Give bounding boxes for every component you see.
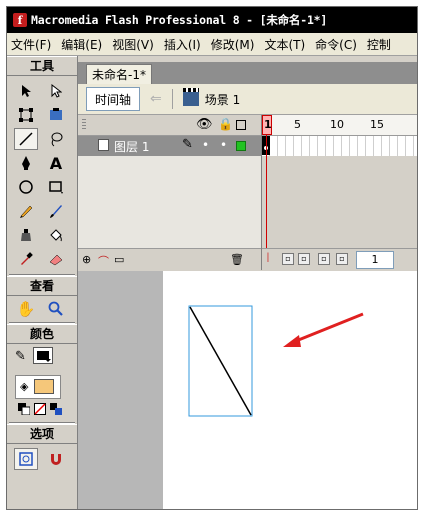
layer-outline-color-icon[interactable] — [236, 141, 246, 151]
tools-header: 工具 — [7, 56, 77, 76]
stage-drawing — [188, 305, 364, 417]
document-tabs: 未命名-1* — [78, 62, 417, 84]
stroke-pencil-icon: ✎ — [15, 349, 26, 364]
edit-multiple-frames-icon[interactable]: ▫ — [336, 253, 348, 265]
frame-number-10: 10 — [330, 118, 344, 131]
eraser-tool-icon[interactable] — [44, 248, 68, 270]
back-arrow-icon[interactable]: ⇐ — [150, 91, 162, 107]
zoom-tool-icon[interactable] — [44, 298, 68, 320]
text-tool-icon[interactable]: A — [44, 152, 68, 174]
window-title: Macromedia Flash Professional 8 - [未命名-1… — [31, 13, 328, 27]
menu-edit[interactable]: 编辑(E) — [57, 36, 108, 53]
frames-footer: │ ▫ ▫ ▫ ▫ 1 — [262, 248, 417, 271]
flash-window: f Macromedia Flash Professional 8 - [未命名… — [6, 6, 418, 510]
brush-tool-icon[interactable] — [44, 200, 68, 222]
playhead-line — [266, 135, 267, 248]
edit-bar: 时间轴 ⇐ 场景 1 — [78, 84, 417, 115]
menu-control[interactable]: 控制 — [363, 36, 397, 53]
stroke-color-row: ✎ — [7, 344, 77, 370]
document-area: 未命名-1* 时间轴 ⇐ 场景 1 👁 🔒 图层 1 ✎ • • ⊕ ⌒ ▭ 🗑… — [78, 56, 417, 509]
black-white-icon[interactable] — [17, 402, 31, 416]
onion-skin-icon[interactable]: ▫ — [298, 253, 310, 265]
layer-row[interactable]: 图层 1 ✎ • • — [78, 136, 261, 156]
insert-layer-icon[interactable]: ⊕ — [82, 253, 91, 266]
frame-number-5: 5 — [294, 118, 301, 131]
layer-header: 👁 🔒 — [78, 115, 261, 136]
swap-colors-icon[interactable] — [49, 402, 63, 416]
line-tool-icon[interactable] — [14, 128, 38, 150]
view-header: 查看 — [7, 276, 77, 296]
add-motion-guide-icon[interactable]: ⌒ — [98, 253, 109, 269]
fill-color-swatch[interactable] — [34, 379, 54, 394]
stroke-color-swatch[interactable] — [33, 347, 53, 364]
selection-tool-icon[interactable] — [14, 80, 38, 102]
lock-icon[interactable]: 🔒 — [218, 117, 233, 131]
timeline-panel: 👁 🔒 图层 1 ✎ • • ⊕ ⌒ ▭ 🗑 1 5 10 15 │ ▫ ▫ ▫… — [78, 115, 417, 271]
insert-folder-icon[interactable]: ▭ — [114, 253, 124, 266]
layer-name[interactable]: 图层 1 — [114, 138, 149, 155]
stage[interactable] — [163, 271, 417, 509]
timeline-toggle-button[interactable]: 时间轴 — [86, 87, 141, 111]
menu-text[interactable]: 文本(T) — [260, 36, 311, 53]
ink-bottle-tool-icon[interactable] — [14, 224, 38, 246]
annotation-arrow — [290, 312, 364, 345]
menu-commands[interactable]: 命令(C) — [311, 36, 363, 53]
layer-list: 👁 🔒 图层 1 ✎ • • ⊕ ⌒ ▭ 🗑 — [78, 115, 262, 271]
gradient-transform-tool-icon[interactable] — [44, 104, 68, 126]
free-transform-tool-icon[interactable] — [14, 104, 38, 126]
object-drawing-icon[interactable] — [14, 448, 38, 470]
title-bar: f Macromedia Flash Professional 8 - [未命名… — [7, 7, 417, 33]
hand-tool-icon[interactable]: ✋ — [14, 298, 38, 320]
frames-row[interactable] — [262, 136, 417, 156]
menu-file[interactable]: 文件(F) — [7, 36, 57, 53]
menu-modify[interactable]: 修改(M) — [207, 36, 261, 53]
oval-tool-icon[interactable] — [14, 176, 38, 198]
paint-bucket-tool-icon[interactable] — [44, 224, 68, 246]
playhead-marker-icon: │ — [265, 253, 271, 262]
snap-magnet-icon[interactable] — [44, 448, 68, 470]
delete-layer-icon[interactable]: 🗑 — [230, 253, 244, 266]
outline-icon[interactable] — [236, 120, 246, 130]
eye-icon[interactable]: 👁 — [196, 117, 213, 132]
grip-icon[interactable] — [82, 119, 86, 131]
layer-edit-pencil-icon: ✎ — [182, 137, 193, 152]
color-header: 颜色 — [7, 324, 77, 344]
visibility-dot-icon[interactable]: • — [202, 138, 209, 152]
layer-page-icon — [98, 139, 109, 151]
menu-insert[interactable]: 插入(I) — [160, 36, 207, 53]
rectangle-tool-icon[interactable] — [44, 176, 68, 198]
options-header: 选项 — [7, 424, 77, 444]
frame-ruler[interactable]: 1 5 10 15 — [262, 115, 417, 136]
menu-bar: 文件(F) 编辑(E) 视图(V) 插入(I) 修改(M) 文本(T) 命令(C… — [7, 33, 417, 56]
layer-footer: ⊕ ⌒ ▭ 🗑 — [78, 248, 261, 271]
lock-dot-icon[interactable]: • — [220, 138, 227, 152]
current-frame-field[interactable]: 1 — [356, 251, 394, 269]
fill-color-row: ◈ — [7, 370, 77, 400]
flash-app-icon: f — [13, 13, 27, 27]
menu-view[interactable]: 视图(V) — [108, 36, 160, 53]
onion-outline-icon[interactable]: ▫ — [318, 253, 330, 265]
frame-number-1: 1 — [264, 118, 272, 131]
document-tab[interactable]: 未命名-1* — [86, 64, 152, 84]
fill-bucket-icon: ◈ — [20, 380, 29, 393]
annotation-arrow-head — [283, 335, 301, 347]
drawn-line[interactable] — [189, 306, 252, 416]
tools-panel: 工具 A 查看 ✋ 颜色 ✎ ◈ 选项 — [7, 56, 78, 509]
frames-area: 1 5 10 15 │ ▫ ▫ ▫ ▫ 1 — [262, 115, 417, 271]
pen-tool-icon[interactable] — [14, 152, 38, 174]
scene-label[interactable]: 场景 1 — [205, 91, 240, 108]
lasso-tool-icon[interactable] — [44, 128, 68, 150]
no-color-icon[interactable] — [33, 402, 47, 416]
stage-pasteboard[interactable] — [78, 271, 417, 509]
frame-number-15: 15 — [370, 118, 384, 131]
color-swap-row — [7, 400, 77, 418]
scene-clapper-icon — [182, 88, 199, 106]
subselection-tool-icon[interactable] — [44, 80, 68, 102]
pencil-tool-icon[interactable] — [14, 200, 38, 222]
center-frame-icon[interactable]: ▫ — [282, 253, 294, 265]
eyedropper-tool-icon[interactable] — [14, 248, 38, 270]
